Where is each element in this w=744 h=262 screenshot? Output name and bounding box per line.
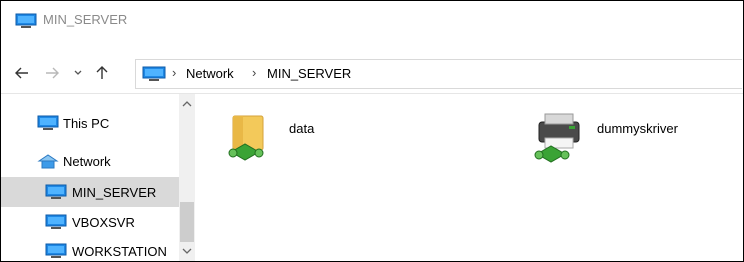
breadcrumb-network[interactable]: Network [186,66,234,81]
monitor-icon [142,66,166,81]
sidebar-item-network[interactable]: Network [1,146,181,176]
monitor-icon [15,13,37,28]
content-pane: data dummyskriver [197,94,743,261]
arrow-up-icon[interactable] [93,61,111,85]
sidebar-item-vboxsvr[interactable]: VBOXSVR [1,207,181,237]
explorer-window: MIN_SERVER › Network › MIN_SERVER This P… [0,0,744,262]
address-field[interactable]: › Network › MIN_SERVER [135,59,742,89]
shared-printer-icon [534,113,580,163]
window-title: MIN_SERVER [43,12,128,27]
nav-pane-scrollbar[interactable] [179,94,195,261]
sidebar-item-label: This PC [63,116,110,131]
list-item[interactable]: data [223,108,343,168]
sidebar-item-this-pc[interactable]: This PC [1,108,181,138]
file-name: data [289,121,315,136]
chevron-up-icon[interactable] [179,100,195,112]
monitor-icon [45,214,67,229]
file-name: dummyskriver [597,121,678,136]
breadcrumb-min-server[interactable]: MIN_SERVER [267,66,351,81]
chevron-down-icon[interactable] [71,61,85,85]
network-icon [37,154,59,169]
list-item[interactable]: dummyskriver [531,108,721,168]
breadcrumb-separator-icon[interactable]: › [252,65,256,80]
arrow-right-icon[interactable] [43,61,61,85]
monitor-icon [45,184,67,199]
title-bar: MIN_SERVER [1,1,743,41]
arrow-left-icon[interactable] [13,61,31,85]
sidebar-item-label: MIN_SERVER [72,185,157,200]
sidebar-item-label: VBOXSVR [72,215,135,230]
breadcrumb-separator-icon[interactable]: › [172,65,176,80]
chevron-down-icon[interactable] [179,247,195,259]
address-toolbar: › Network › MIN_SERVER [1,53,743,93]
navigation-pane: This PC Network MIN_SERVER VBOXSVR WORKS… [1,94,197,261]
shared-folder-icon [228,115,264,161]
monitor-icon [45,243,67,258]
sidebar-item-label: WORKSTATION [72,244,167,259]
monitor-icon [37,115,59,130]
sidebar-item-label: Network [63,154,111,169]
scrollbar-thumb[interactable] [180,202,194,242]
sidebar-item-workstation[interactable]: WORKSTATION [1,236,181,261]
sidebar-item-min-server[interactable]: MIN_SERVER [1,177,181,207]
